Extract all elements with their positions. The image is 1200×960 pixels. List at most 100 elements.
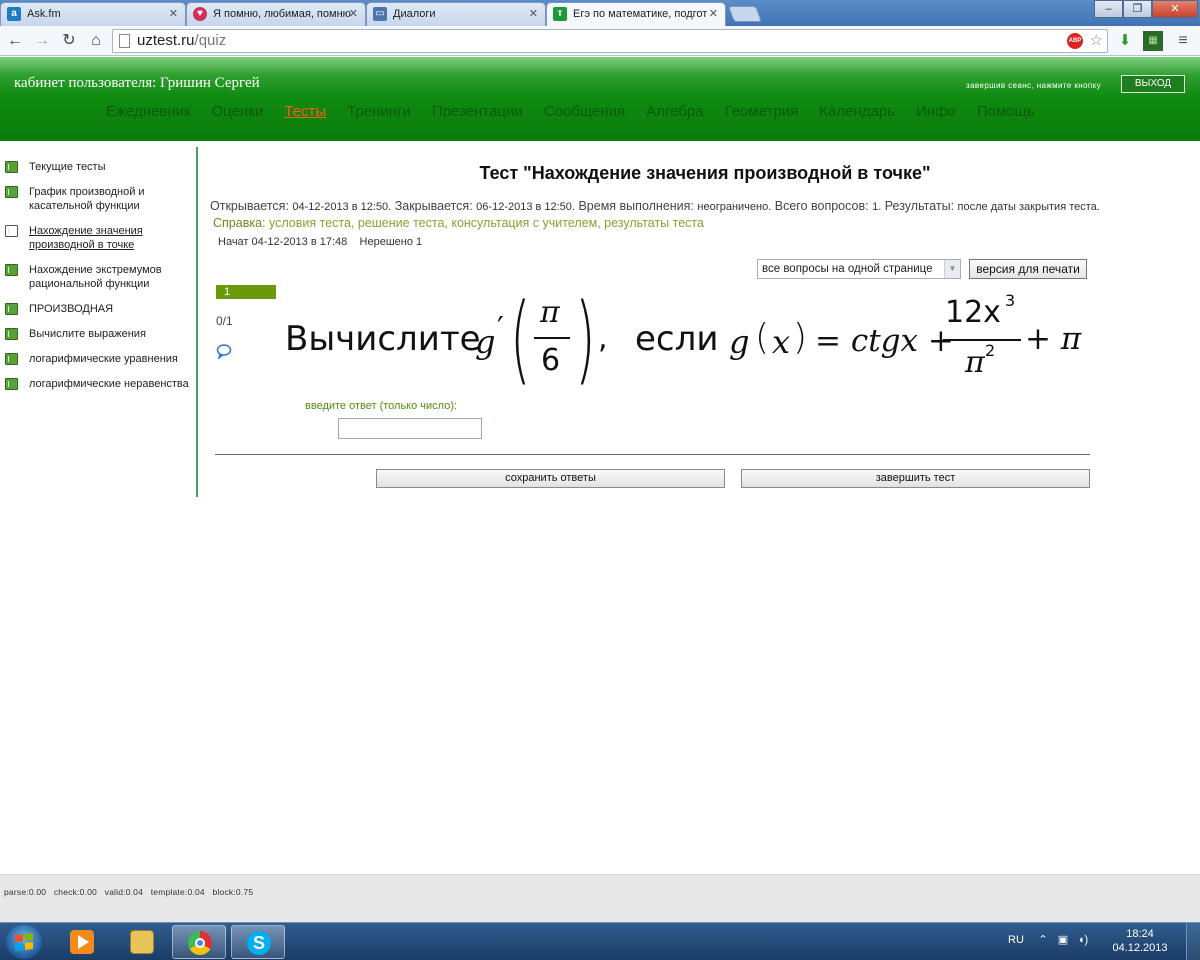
print-version-button[interactable]: версия для печати <box>969 259 1087 279</box>
debug-bar: parse:0.00 check:0.00 valid:0.04 templat… <box>0 874 1200 922</box>
results-label: Результаты: <box>884 199 955 213</box>
book-icon <box>5 264 18 276</box>
folder-icon <box>130 930 154 954</box>
answer-input[interactable] <box>338 418 482 439</box>
uztest-icon: т <box>553 7 567 21</box>
nav-calendar[interactable]: Календарь <box>819 103 895 120</box>
sidebar-item-derivative-graph[interactable]: График производной и касательной функции <box>5 185 196 213</box>
taskbar-chrome[interactable] <box>172 925 226 959</box>
sidebar-item-extremums[interactable]: Нахождение экстремумов рациональной функ… <box>5 263 196 291</box>
test-meta: Открывается: 04-12-2013 в 12:50. Закрыва… <box>210 199 1100 213</box>
start-line: Начат 04-12-2013 в 17:48 Нерешено 1 <box>218 236 422 248</box>
close-window-button[interactable]: ✕ <box>1152 0 1198 18</box>
formula-gx: g <box>729 323 750 361</box>
adblock-icon[interactable]: ABP <box>1067 33 1083 49</box>
debug-timings: parse:0.00 check:0.00 valid:0.04 templat… <box>4 887 254 897</box>
question-number[interactable]: 1 <box>216 285 276 299</box>
language-indicator[interactable]: RU <box>1008 934 1024 946</box>
sidebar-item-label: Нахождение экстремумов рациональной функ… <box>29 264 162 290</box>
nav-messages[interactable]: Сообщения <box>544 103 625 120</box>
volume-icon[interactable]: ◖) <box>1076 933 1090 947</box>
formula-rparen: ) <box>575 283 596 395</box>
minimize-button[interactable]: ‒ <box>1094 0 1123 18</box>
nav-presentations[interactable]: Презентации <box>432 103 523 120</box>
tray-expand-icon[interactable]: ⌃ <box>1036 933 1050 947</box>
taskbar: S RU ⌃ ▣ ◖) 18:24 04.12.2013 <box>0 922 1200 960</box>
download-icon[interactable]: ⬇ <box>1115 31 1135 51</box>
chrome-icon <box>188 931 212 955</box>
new-tab-button[interactable] <box>728 6 762 22</box>
sidebar-item-current-tests[interactable]: Текущие тесты <box>5 160 196 174</box>
back-arrow-icon[interactable]: ← <box>4 30 26 52</box>
logout-hint: завершив сеанс, нажмите кнопку <box>966 81 1102 90</box>
taskbar-skype[interactable]: S <box>231 925 285 959</box>
finish-test-button[interactable]: завершить тест <box>741 469 1090 488</box>
show-desktop-button[interactable] <box>1186 923 1200 960</box>
sidebar-item-expressions[interactable]: Вычислите выражения <box>5 327 196 341</box>
network-icon[interactable]: ▣ <box>1056 933 1070 947</box>
tab-poem[interactable]: ♥ Я помню, любимая, помню ✕ <box>186 2 366 26</box>
nav-grades[interactable]: Оценки <box>212 103 264 120</box>
nav-help[interactable]: Помощь <box>977 103 1035 120</box>
nav-geometry[interactable]: Геометрия <box>725 103 799 120</box>
nav-tests[interactable]: Тесты <box>284 103 326 120</box>
address-bar[interactable]: uztest.ru/quiz ☆ ABP <box>112 29 1108 53</box>
open-book-icon <box>5 225 18 237</box>
system-tray: ⌃ ▣ ◖) <box>1036 933 1090 947</box>
test-title: Тест "Нахождение значения производной в … <box>479 163 931 183</box>
sidebar-item-derivative-value[interactable]: Нахождение значения производной в точке <box>5 224 196 252</box>
close-icon[interactable]: ✕ <box>349 3 358 25</box>
formula-coef: 12x <box>945 295 1001 330</box>
taskbar-explorer[interactable] <box>115 925 169 959</box>
formula-paren-open: ( <box>755 317 770 358</box>
home-icon[interactable]: ⌂ <box>85 30 107 52</box>
system-clock[interactable]: 18:24 04.12.2013 <box>1112 927 1168 955</box>
sidebar-item-log-equations[interactable]: логарифмические уравнения <box>5 352 196 366</box>
menu-icon[interactable]: ≡ <box>1173 31 1193 51</box>
tab-uztest[interactable]: т Егэ по математике, подгот ✕ <box>546 2 726 26</box>
tab-ask-fm[interactable]: a Ask.fm ✕ <box>0 2 186 26</box>
sidebar-item-derivative[interactable]: ПРОИЗВОДНАЯ <box>5 302 196 316</box>
clock-date: 04.12.2013 <box>1112 942 1168 954</box>
reload-icon[interactable]: ↻ <box>58 30 80 52</box>
comment-icon[interactable] <box>216 343 232 359</box>
book-icon <box>5 303 18 315</box>
close-icon[interactable]: ✕ <box>169 3 178 25</box>
media-player-icon <box>70 930 94 954</box>
sidebar-item-label: Текущие тесты <box>29 161 106 173</box>
formula-comma: , <box>598 321 608 356</box>
url-path: /quiz <box>194 32 227 49</box>
taskbar-media-player[interactable] <box>55 925 109 959</box>
save-answers-button[interactable]: сохранить ответы <box>376 469 725 488</box>
tab-title: Я помню, любимая, помню <box>213 8 351 20</box>
forward-arrow-icon[interactable]: → <box>31 30 53 52</box>
nav-diary[interactable]: Ежедневник <box>106 103 191 120</box>
close-icon[interactable]: ✕ <box>529 3 538 25</box>
logout-button[interactable]: ВЫХОД <box>1121 75 1185 93</box>
tab-dialogs[interactable]: ▭ Диалоги ✕ <box>366 2 546 26</box>
sidebar-item-label: ПРОИЗВОДНАЯ <box>29 303 114 315</box>
nav-info[interactable]: Инфо <box>916 103 956 120</box>
tab-title: Диалоги <box>393 8 436 20</box>
maximize-button[interactable]: ❐ <box>1123 0 1152 18</box>
sidebar-item-label: логарифмические уравнения <box>29 353 178 365</box>
close-icon[interactable]: ✕ <box>709 3 718 25</box>
nav-algebra[interactable]: Алгебра <box>646 103 703 120</box>
answer-label: введите ответ (только число): <box>305 400 458 412</box>
questions-value: 1. <box>872 201 882 213</box>
start-button[interactable] <box>6 925 42 959</box>
question-formula: Вычислите g ′ ( π 6 ) , если g ( x ) = c… <box>285 283 1081 395</box>
help-line: Справка: условия теста, решение теста, к… <box>213 216 704 230</box>
fraction-bar <box>943 339 1021 341</box>
extension-icon[interactable]: ▦ <box>1143 31 1163 51</box>
book-icon <box>5 353 18 365</box>
view-mode-select[interactable]: все вопросы на одной странице ▼ <box>757 259 961 279</box>
bookmark-star-icon[interactable]: ☆ <box>1090 30 1103 52</box>
help-links[interactable]: условия теста, решение теста, консультац… <box>269 216 704 230</box>
main-nav: Ежедневник Оценки Тесты Тренинги Презент… <box>106 103 1056 120</box>
cabinet-title: кабинет пользователя: Гришин Сергей <box>14 75 260 91</box>
duration-value: неограничено. <box>697 201 772 213</box>
opens-value: 04-12-2013 в 12:50. <box>292 201 392 213</box>
sidebar-item-log-inequalities[interactable]: логарифмические неравенства <box>5 377 196 391</box>
nav-trainings[interactable]: Тренинги <box>347 103 411 120</box>
